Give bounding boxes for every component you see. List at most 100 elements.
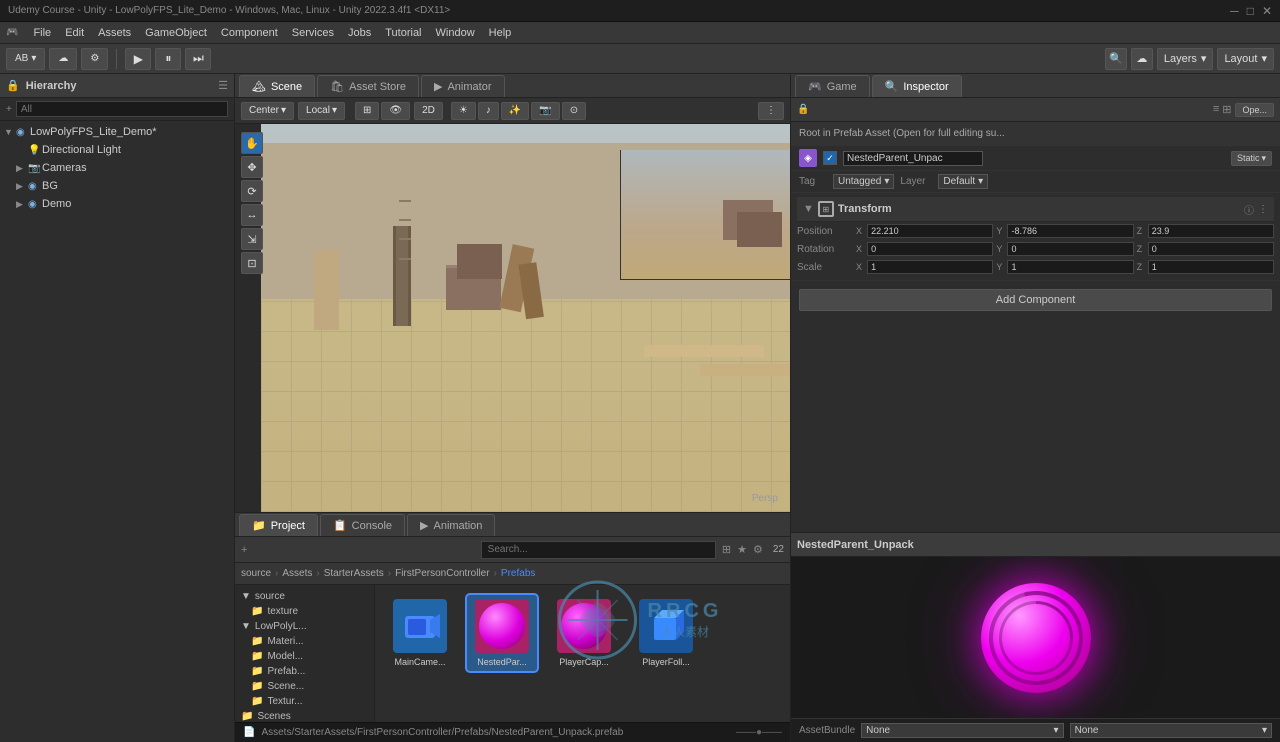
breadcrumb-starter[interactable]: StarterAssets [324,568,384,579]
static-dropdown[interactable]: Static ▾ [1231,151,1272,166]
animation-tab[interactable]: ▶ Animation [407,514,495,536]
minimize-btn[interactable]: ─ [1230,4,1239,18]
object-active-checkbox[interactable]: ✓ [823,151,837,165]
asset-item-maincam[interactable]: MainCame... [385,595,455,671]
hierarchy-add-icon[interactable]: + [6,104,12,115]
grid-btn[interactable]: ⊞ [355,102,379,120]
tag-dropdown[interactable]: Untagged ▾ [833,174,894,189]
object-name-input[interactable] [843,151,983,166]
position-z-input[interactable] [1148,224,1274,238]
2d-btn[interactable]: 2D [414,102,443,120]
hierarchy-item-root[interactable]: ▼ ◉ LowPolyFPS_Lite_Demo* [0,123,234,141]
assetbundle-variant-dropdown[interactable]: None ▾ [1070,723,1272,738]
transform-info-icon[interactable]: ⓘ [1244,202,1254,217]
hierarchy-item-demo[interactable]: ▶ ◉ Demo [0,195,234,213]
breadcrumb-prefabs[interactable]: Prefabs [501,568,535,579]
asset-item-nestedpar[interactable]: NestedPar... [467,595,537,671]
audio-btn[interactable]: ♪ [478,102,499,120]
assetbundle-dropdown[interactable]: None ▾ [861,723,1063,738]
close-btn[interactable]: ✕ [1262,4,1272,18]
folder-source[interactable]: ▼ source [235,589,374,604]
inspector-open-btn[interactable]: Ope... [1235,103,1274,117]
scale-y-input[interactable] [1007,260,1133,274]
transform-center-btn[interactable]: Center ▾ [241,102,294,120]
folder-prefab[interactable]: 📁 Prefab... [235,664,374,679]
breadcrumb-assets[interactable]: Assets [282,568,312,579]
search-icon-btn[interactable]: 🔍 [1105,48,1127,70]
overlay-btn[interactable]: ⋮ [758,102,784,120]
multi-tool[interactable]: ⊡ [241,252,263,274]
scale-x-input[interactable] [867,260,993,274]
hand-tool[interactable]: ✋ [241,132,263,154]
cloud-btn[interactable]: ☁ [49,48,77,70]
project-add-btn[interactable]: + [241,544,247,556]
maximize-btn[interactable]: □ [1247,4,1254,18]
transform-local-btn[interactable]: Local ▾ [298,102,345,120]
folder-materi[interactable]: 📁 Materi... [235,634,374,649]
menu-help[interactable]: Help [482,25,519,41]
project-options-2[interactable]: ★ [737,543,747,556]
menu-file[interactable]: File [26,25,58,41]
breadcrumb-source[interactable]: source [241,568,271,579]
folder-model[interactable]: 📁 Model... [235,649,374,664]
folder-textur[interactable]: 📁 Textur... [235,694,374,709]
scene-cam-btn[interactable]: 📷 [531,102,559,120]
game-tab[interactable]: 🎮 Game [795,75,870,97]
light-toggle-btn[interactable]: ☀ [451,102,476,120]
menu-assets[interactable]: Assets [91,25,138,41]
asset-item-playerfoll[interactable]: PlayerFoll... [631,595,701,671]
account-btn[interactable]: AB ▾ [6,48,45,70]
project-tab[interactable]: 📁 Project [239,514,318,536]
hierarchy-item-bg[interactable]: ▶ ◉ BG [0,177,234,195]
rotation-x-input[interactable] [867,242,993,256]
rect-tool[interactable]: ⇲ [241,228,263,250]
inspector-tab[interactable]: 🔍 Inspector [872,75,962,97]
gizmos-btn[interactable]: ⊙ [562,102,586,120]
rotate-tool[interactable]: ⟳ [241,180,263,202]
menu-services[interactable]: Services [285,25,341,41]
scene-tab[interactable]: 🏔 Scene [239,75,315,97]
project-options-1[interactable]: ⊞ [722,543,731,556]
menu-window[interactable]: Window [429,25,482,41]
project-options-3[interactable]: ⚙ [753,543,763,556]
menu-edit[interactable]: Edit [58,25,91,41]
inspector-grid-icon[interactable]: ⊞ [1222,103,1231,116]
inspector-lock-icon[interactable]: 🔒 [797,104,809,115]
step-button[interactable]: ⏭ [185,48,211,70]
menu-jobs[interactable]: Jobs [341,25,378,41]
scale-tool[interactable]: ↔ [241,204,263,226]
position-x-input[interactable] [867,224,993,238]
folder-scenes[interactable]: 📁 Scenes [235,709,374,722]
console-tab[interactable]: 📋 Console [320,514,405,536]
fx-btn[interactable]: ✨ [501,102,529,120]
rotation-y-input[interactable] [1007,242,1133,256]
hierarchy-item-dirlight[interactable]: 💡 Directional Light [0,141,234,159]
layers-dropdown[interactable]: Layers ▾ [1157,48,1214,70]
hierarchy-search-input[interactable] [16,101,228,117]
scene-view[interactable]: Center ▾ Local ▾ ⊞ 👁 2D ☀ ♪ ✨ 📷 ⊙ [235,98,790,512]
settings-btn[interactable]: ⚙ [81,48,108,70]
asset-item-playercap[interactable]: PlayerCap... [549,595,619,671]
collab-icon-btn[interactable]: ☁ [1131,48,1153,70]
hierarchy-item-cameras[interactable]: ▶ 📷 Cameras [0,159,234,177]
layout-dropdown[interactable]: Layout ▾ [1217,48,1274,70]
transform-expand-icon[interactable]: ▼ [803,203,814,215]
scale-z-input[interactable] [1148,260,1274,274]
menu-gameobject[interactable]: GameObject [138,25,214,41]
menu-component[interactable]: Component [214,25,285,41]
play-button[interactable]: ▶ [125,48,151,70]
visibility-btn[interactable]: 👁 [381,102,410,120]
inspector-list-icon[interactable]: ≡ [1213,103,1219,116]
project-search-input[interactable] [481,541,716,559]
position-y-input[interactable] [1007,224,1133,238]
menu-tutorial[interactable]: Tutorial [378,25,428,41]
pause-button[interactable]: ⏸ [155,48,181,70]
breadcrumb-fps[interactable]: FirstPersonController [395,568,489,579]
animator-tab[interactable]: ▶ Animator [421,75,505,97]
folder-scene[interactable]: 📁 Scene... [235,679,374,694]
hierarchy-menu-icon[interactable]: ☰ [218,79,228,92]
asset-store-tab[interactable]: 🛍 Asset Store [317,75,419,97]
folder-lowpoly[interactable]: ▼ LowPolyL... [235,619,374,634]
add-component-btn[interactable]: Add Component [799,289,1272,311]
transform-menu-icon[interactable]: ⋮ [1258,204,1268,215]
